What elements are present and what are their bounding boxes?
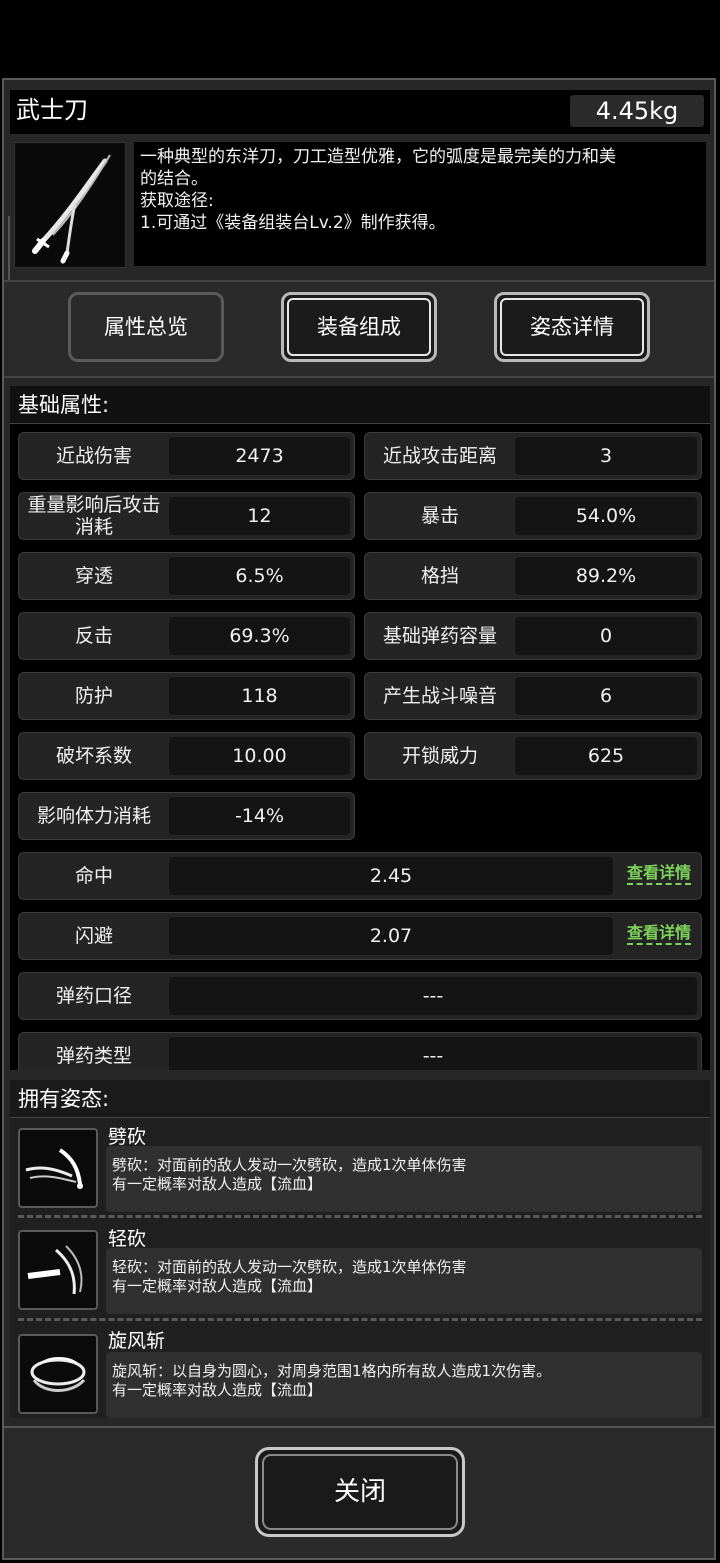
stance-desc-line: 轻砍：对面前的敌人发动一次劈砍，造成1次单体伤害 bbox=[112, 1258, 467, 1276]
attr-label: 重量影响后攻击消耗 bbox=[27, 494, 161, 538]
close-button[interactable]: 关闭 bbox=[255, 1447, 465, 1537]
description-line: 1.可通过《装备组装台Lv.2》制作获得。 bbox=[140, 213, 446, 233]
attr-value: 0 bbox=[515, 617, 697, 655]
attr-ammo-capacity: 基础弹药容量 0 bbox=[364, 612, 702, 660]
attr-value: 6 bbox=[515, 677, 697, 715]
tab-label: 属性总览 bbox=[104, 315, 188, 339]
stance-description: 轻砍：对面前的敌人发动一次劈砍，造成1次单体伤害 有一定概率对敌人造成【流血】 bbox=[106, 1248, 702, 1314]
basic-attributes-header: 基础属性: bbox=[10, 386, 710, 424]
view-details-link[interactable]: 查看详情 bbox=[626, 923, 691, 945]
attr-label: 闪避 bbox=[74, 925, 113, 947]
attr-value: 2.07 bbox=[169, 917, 613, 955]
attr-value: 118 bbox=[169, 677, 350, 715]
katana-icon bbox=[32, 154, 111, 264]
attr-value: --- bbox=[169, 1037, 697, 1070]
attr-value: 89.2% bbox=[515, 557, 697, 595]
attr-label: 开锁威力 bbox=[401, 745, 478, 767]
stance-desc-line: 旋风斩：以自身为圆心，对周身范围1格内所有敌人造成1次伤害。 bbox=[112, 1362, 552, 1380]
stance-name: 旋风斩 bbox=[108, 1330, 166, 1352]
attr-block: 格挡 89.2% bbox=[364, 552, 702, 600]
attr-weight-attack-cost: 重量影响后攻击消耗 12 bbox=[18, 492, 355, 540]
attr-combat-noise: 产生战斗噪音 6 bbox=[364, 672, 702, 720]
item-weight: 4.45kg bbox=[570, 95, 704, 127]
attr-label: 反击 bbox=[74, 625, 113, 647]
view-details-link[interactable]: 查看详情 bbox=[626, 863, 691, 885]
attr-destruction: 破坏系数 10.00 bbox=[18, 732, 355, 780]
attributes-list[interactable]: 近战伤害 2473 近战攻击距离 3 重量影响后攻击消耗 12 暴击 54.0%… bbox=[10, 424, 710, 1070]
attr-label: 基础弹药容量 bbox=[382, 625, 497, 647]
attr-value: 2.45 bbox=[169, 857, 613, 895]
attr-dodge: 闪避 2.07 查看详情 bbox=[18, 912, 702, 960]
attr-value: 10.00 bbox=[169, 737, 350, 775]
attr-label: 弹药类型 bbox=[55, 1045, 132, 1067]
attr-value: --- bbox=[169, 977, 697, 1015]
light-slash-icon bbox=[18, 1230, 98, 1310]
attr-value: 6.5% bbox=[169, 557, 350, 595]
description-line: 一种典型的东洋刀，刀工造型优雅，它的弧度是最完美的力和美 bbox=[140, 147, 616, 167]
attr-label: 近战攻击距离 bbox=[382, 445, 497, 467]
stance-description: 旋风斩：以自身为圆心，对周身范围1格内所有敌人造成1次伤害。 有一定概率对敌人造… bbox=[106, 1352, 702, 1418]
attr-label: 破坏系数 bbox=[55, 745, 132, 767]
stance-description: 劈砍：对面前的敌人发动一次劈砍，造成1次单体伤害 有一定概率对敌人造成【流血】 bbox=[106, 1146, 702, 1212]
stance-desc-line: 劈砍：对面前的敌人发动一次劈砍，造成1次单体伤害 bbox=[112, 1156, 467, 1174]
attr-label: 近战伤害 bbox=[55, 445, 132, 467]
description-line: 获取途径: bbox=[140, 191, 214, 211]
tab-label: 装备组成 bbox=[317, 315, 401, 339]
attr-value: 12 bbox=[169, 497, 350, 535]
stance-desc-line: 有一定概率对敌人造成【流血】 bbox=[112, 1381, 323, 1399]
stance-desc-line: 有一定概率对敌人造成【流血】 bbox=[112, 1175, 323, 1193]
attr-lockpick-power: 开锁威力 625 bbox=[364, 732, 702, 780]
attr-label: 弹药口径 bbox=[55, 985, 132, 1007]
attr-value: 625 bbox=[515, 737, 697, 775]
attr-value: 3 bbox=[515, 437, 697, 475]
divider bbox=[18, 1318, 702, 1321]
attr-ammo-type: 弹药类型 --- bbox=[18, 1032, 702, 1070]
item-name: 武士刀 bbox=[16, 96, 88, 124]
description-line: 的结合。 bbox=[140, 169, 208, 189]
attr-value: 54.0% bbox=[515, 497, 697, 535]
attr-label: 格挡 bbox=[420, 565, 459, 587]
stance-name: 劈砍 bbox=[108, 1126, 147, 1148]
stance-name: 轻砍 bbox=[108, 1228, 147, 1250]
close-label: 关闭 bbox=[333, 1477, 386, 1507]
slash-icon bbox=[18, 1128, 98, 1208]
attr-stamina-cost: 影响体力消耗 -14% bbox=[18, 792, 355, 840]
attr-label: 影响体力消耗 bbox=[36, 805, 151, 827]
stances-header: 拥有姿态: bbox=[10, 1080, 710, 1118]
item-description: 一种典型的东洋刀，刀工造型优雅，它的弧度是最完美的力和美 的结合。 获取途径: … bbox=[134, 142, 706, 266]
attr-hit: 命中 2.45 查看详情 bbox=[18, 852, 702, 900]
attr-label: 穿透 bbox=[74, 565, 113, 587]
item-image bbox=[14, 142, 126, 268]
attr-label: 暴击 bbox=[420, 505, 459, 527]
divider bbox=[18, 1215, 702, 1218]
attr-melee-damage: 近战伤害 2473 bbox=[18, 432, 355, 480]
attr-critical: 暴击 54.0% bbox=[364, 492, 702, 540]
tab-label: 姿态详情 bbox=[530, 315, 614, 339]
tab-stance-details[interactable]: 姿态详情 bbox=[494, 292, 650, 362]
attr-label: 命中 bbox=[74, 865, 113, 887]
status-area bbox=[0, 0, 720, 78]
tab-attribute-overview[interactable]: 属性总览 bbox=[68, 292, 224, 362]
attr-value: 69.3% bbox=[169, 617, 350, 655]
tab-equipment-composition[interactable]: 装备组成 bbox=[281, 292, 437, 362]
attr-melee-range: 近战攻击距离 3 bbox=[364, 432, 702, 480]
attr-label: 产生战斗噪音 bbox=[382, 685, 497, 707]
attr-counter: 反击 69.3% bbox=[18, 612, 355, 660]
attr-penetration: 穿透 6.5% bbox=[18, 552, 355, 600]
attr-value: 2473 bbox=[169, 437, 350, 475]
attr-protection: 防护 118 bbox=[18, 672, 355, 720]
attr-label: 防护 bbox=[74, 685, 113, 707]
whirlwind-icon bbox=[18, 1334, 98, 1414]
stance-desc-line: 有一定概率对敌人造成【流血】 bbox=[112, 1277, 323, 1295]
attr-ammo-caliber: 弹药口径 --- bbox=[18, 972, 702, 1020]
attr-value: -14% bbox=[169, 797, 350, 835]
